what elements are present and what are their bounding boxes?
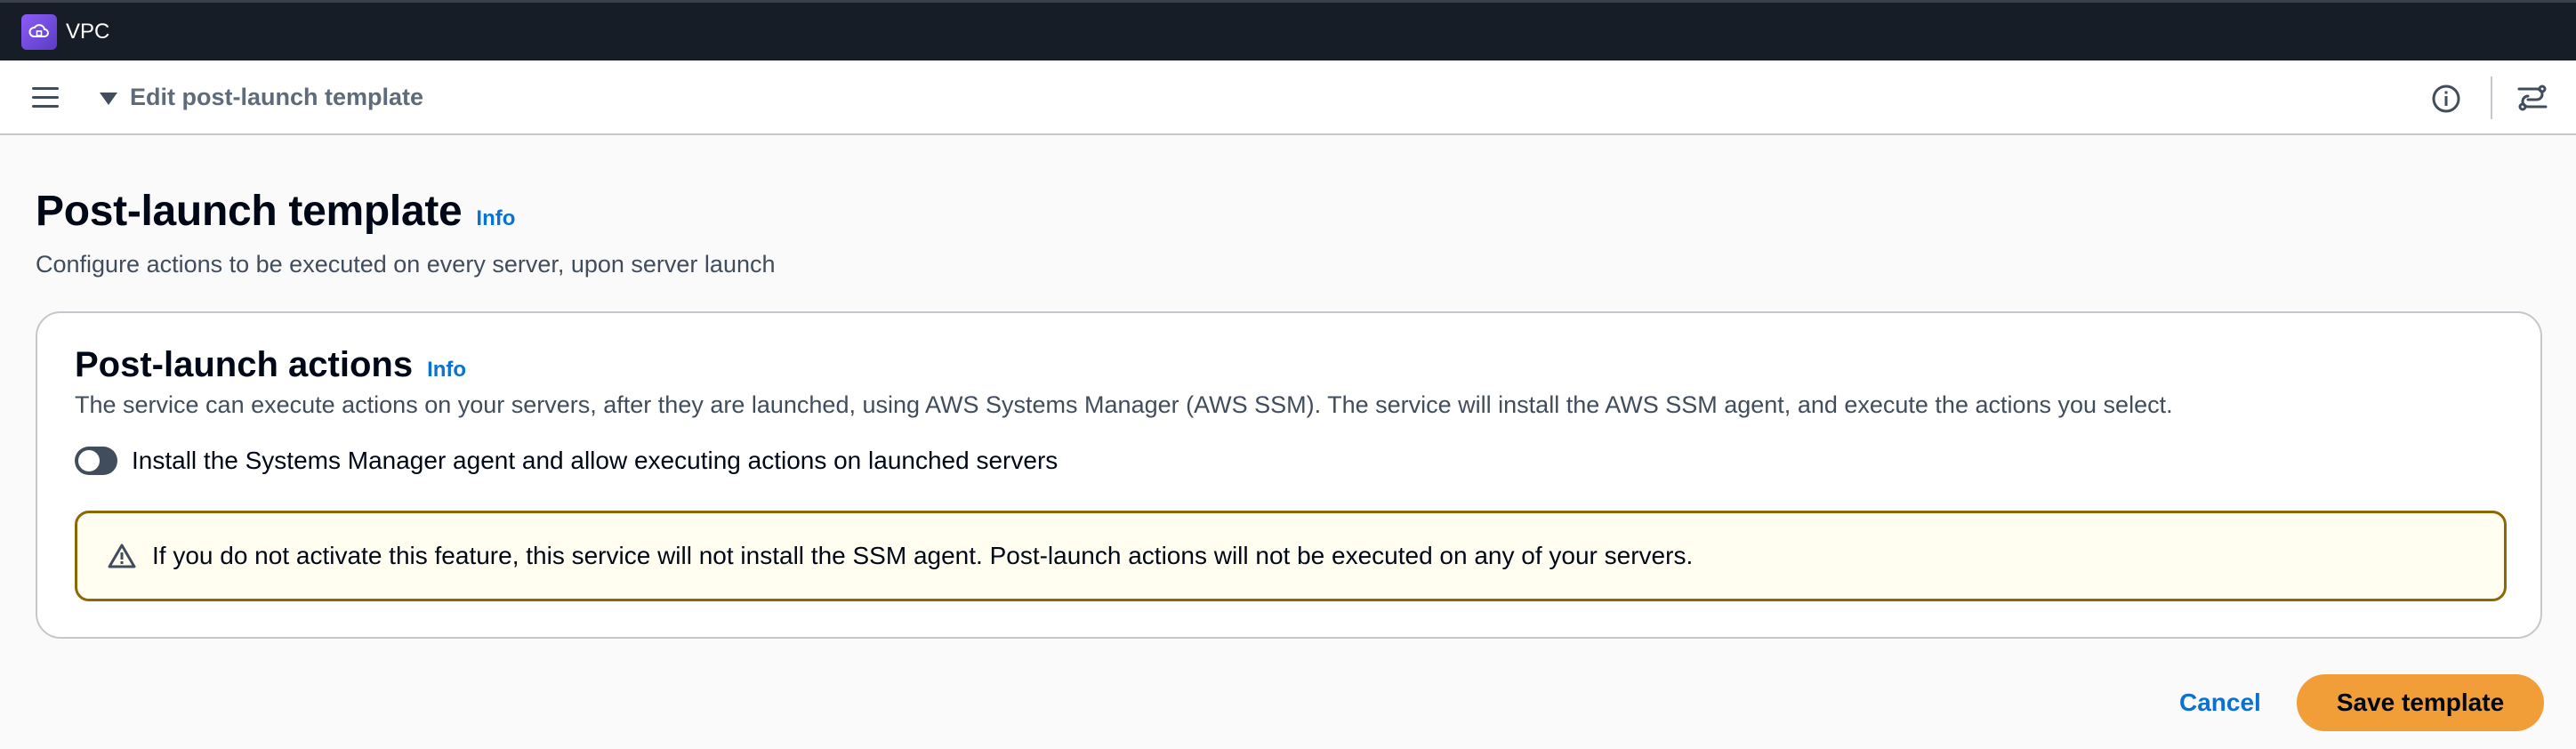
warning-alert-text: If you do not activate this feature, thi… xyxy=(152,542,1694,569)
header-divider xyxy=(2491,77,2492,119)
warning-icon xyxy=(108,544,136,568)
ssm-agent-toggle[interactable] xyxy=(75,447,117,475)
container-info-link[interactable]: Info xyxy=(427,358,466,383)
hamburger-menu-icon[interactable] xyxy=(32,82,62,112)
service-top-bar: VPC xyxy=(0,0,2576,60)
vpc-icon[interactable] xyxy=(21,13,57,50)
split-panel-icon[interactable] xyxy=(2516,82,2549,114)
page-title: Post-launch template xyxy=(36,188,463,235)
service-name[interactable]: VPC xyxy=(66,20,109,44)
container-description: The service can execute actions on your … xyxy=(75,391,2173,418)
warning-alert: If you do not activate this feature, thi… xyxy=(75,511,2507,601)
container-header: Post-launch actions Info xyxy=(75,345,466,385)
caret-down-icon xyxy=(100,92,117,105)
page-header: Post-launch template Info xyxy=(36,187,515,236)
post-launch-actions-container: Post-launch actions Info The service can… xyxy=(36,311,2542,639)
ssm-toggle-label[interactable]: Install the Systems Manager agent and al… xyxy=(132,447,1058,475)
info-circle-icon[interactable] xyxy=(2431,84,2461,114)
cancel-button[interactable]: Cancel xyxy=(2179,689,2261,717)
page-info-link[interactable]: Info xyxy=(476,206,515,231)
ssm-toggle-row[interactable]: Install the Systems Manager agent and al… xyxy=(75,447,1058,475)
breadcrumb-label: Edit post-launch template xyxy=(130,84,424,110)
container-title: Post-launch actions xyxy=(75,345,414,384)
breadcrumb[interactable]: Edit post-launch template xyxy=(100,84,423,111)
save-template-button[interactable]: Save template xyxy=(2297,674,2544,731)
page-description: Configure actions to be executed on ever… xyxy=(36,251,776,278)
breadcrumb-bar: Edit post-launch template xyxy=(0,60,2576,135)
